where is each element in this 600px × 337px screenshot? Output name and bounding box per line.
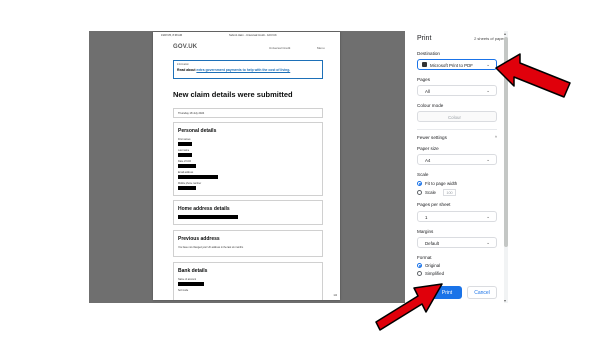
page-number: 1/4	[333, 294, 337, 297]
chevron-down-icon: ⌄	[486, 240, 490, 245]
scale-input[interactable]: 100	[443, 189, 456, 196]
field-label: Name of account	[178, 278, 197, 281]
submission-date-box: Thursday 18 July 2024	[173, 108, 323, 118]
printer-icon	[422, 62, 427, 67]
paper-size-select[interactable]: A4 ⌄	[417, 154, 497, 165]
govuk-logo: GOV.UK	[173, 44, 198, 50]
fewer-settings-toggle[interactable]: Fewer settings ^	[417, 135, 497, 143]
divider	[417, 129, 497, 130]
destination-label: Destination	[417, 51, 440, 56]
previous-address-title: Previous address	[178, 236, 220, 242]
paper-size-label: Paper size	[417, 146, 439, 151]
previous-address-card: Previous address You have not changed yo…	[173, 230, 323, 257]
margins-label: Margins	[417, 229, 434, 234]
scroll-up-icon[interactable]: ▴	[504, 31, 506, 36]
format-original-label: Original	[425, 263, 441, 268]
red-arrow-icon	[375, 283, 443, 331]
destination-value: Microsoft Print to PDF	[430, 63, 473, 68]
red-arrow-icon	[495, 53, 571, 98]
cancel-button[interactable]: Cancel	[467, 286, 497, 299]
bank-details-card: Bank details Name of account Sort code	[173, 262, 323, 300]
dialog-title: Print	[417, 35, 432, 42]
preview-area: 19/07/25, 8:38 AM Submit claim - Univers…	[89, 31, 405, 303]
scale-fit-radio[interactable]	[417, 181, 422, 186]
page-heading: New claim details were submitted	[173, 90, 293, 99]
fewer-settings-label: Fewer settings	[417, 135, 447, 140]
colour-mode-select[interactable]: Colour	[417, 111, 497, 122]
destination-select[interactable]: Microsoft Print to PDF ⌄	[417, 59, 497, 70]
pages-select[interactable]: All ⌄	[417, 85, 497, 96]
banner-message: Read about extra government payments to …	[177, 68, 297, 72]
scroll-down-icon[interactable]: ▾	[504, 298, 506, 303]
redacted-value	[178, 142, 192, 146]
service-name: Universal Credit	[269, 46, 291, 50]
page-header-title: Submit claim - Universal Credit - GOV.UK	[229, 34, 277, 37]
field-label: Last name	[178, 149, 190, 152]
banner-tag: Information	[177, 63, 189, 66]
previous-address-text: You have not changed your UK address in …	[178, 246, 244, 249]
colour-mode-value: Colour	[448, 115, 461, 120]
format-label: Format	[417, 255, 432, 260]
redacted-value	[178, 215, 238, 219]
govuk-header: GOV.UK Universal Credit Menu	[173, 44, 325, 52]
chevron-down-icon: ⌄	[486, 214, 490, 219]
field-label: Sort code	[178, 289, 189, 292]
format-simplified-radio[interactable]	[417, 271, 422, 276]
home-address-card: Home address details	[173, 200, 323, 225]
field-label: Mobile phone number	[178, 182, 202, 185]
redacted-value	[178, 282, 204, 286]
margins-select[interactable]: Default ⌄	[417, 237, 497, 248]
field-label: First names	[178, 138, 191, 141]
pages-value: All	[425, 89, 430, 94]
print-preview-window: 19/07/25, 8:38 AM Submit claim - Univers…	[89, 31, 512, 303]
pages-per-sheet-label: Pages per sheet	[417, 202, 451, 207]
colour-mode-label: Colour mode	[417, 103, 444, 108]
redacted-value	[178, 175, 218, 179]
redacted-value	[178, 153, 192, 157]
bank-details-title: Bank details	[178, 268, 208, 274]
format-simplified-label: Simplified	[425, 271, 445, 276]
banner-prefix: Read about	[177, 68, 197, 72]
scale-custom-radio[interactable]	[417, 190, 422, 195]
pages-per-sheet-value: 1	[425, 215, 428, 220]
personal-details-card: Personal details First names Last name D…	[173, 122, 323, 196]
field-label: Email address	[178, 171, 194, 174]
page-header: 19/07/25, 8:38 AM Submit claim - Univers…	[153, 34, 340, 39]
scale-label: Scale	[417, 172, 429, 177]
paper-size-value: A4	[425, 158, 431, 163]
chevron-down-icon: ⌄	[486, 157, 490, 162]
submission-date: Thursday 18 July 2024	[178, 112, 205, 115]
home-address-title: Home address details	[178, 206, 230, 212]
chevron-down-icon: ⌄	[486, 62, 490, 67]
menu-link: Menu	[317, 46, 325, 50]
banner-link: extra government payments to help with t…	[196, 68, 291, 72]
redacted-value	[178, 164, 196, 168]
chevron-up-icon: ^	[494, 135, 497, 140]
notification-banner: Information Read about extra government …	[173, 60, 323, 79]
page-header-date: 19/07/25, 8:38 AM	[161, 34, 183, 37]
scale-fit-label: Fit to page width	[425, 181, 458, 186]
pages-per-sheet-select[interactable]: 1 ⌄	[417, 211, 497, 222]
format-original-radio[interactable]	[417, 263, 422, 268]
chevron-down-icon: ⌄	[486, 88, 490, 93]
personal-details-title: Personal details	[178, 128, 217, 134]
margins-value: Default	[425, 241, 439, 246]
field-label: Date of birth	[178, 160, 192, 163]
scale-custom-label: Scale	[425, 190, 436, 195]
sheet-count: 2 sheets of paper	[474, 36, 505, 41]
redacted-value	[178, 186, 196, 190]
pages-label: Pages	[417, 77, 431, 82]
preview-page: 19/07/25, 8:38 AM Submit claim - Univers…	[153, 32, 340, 300]
